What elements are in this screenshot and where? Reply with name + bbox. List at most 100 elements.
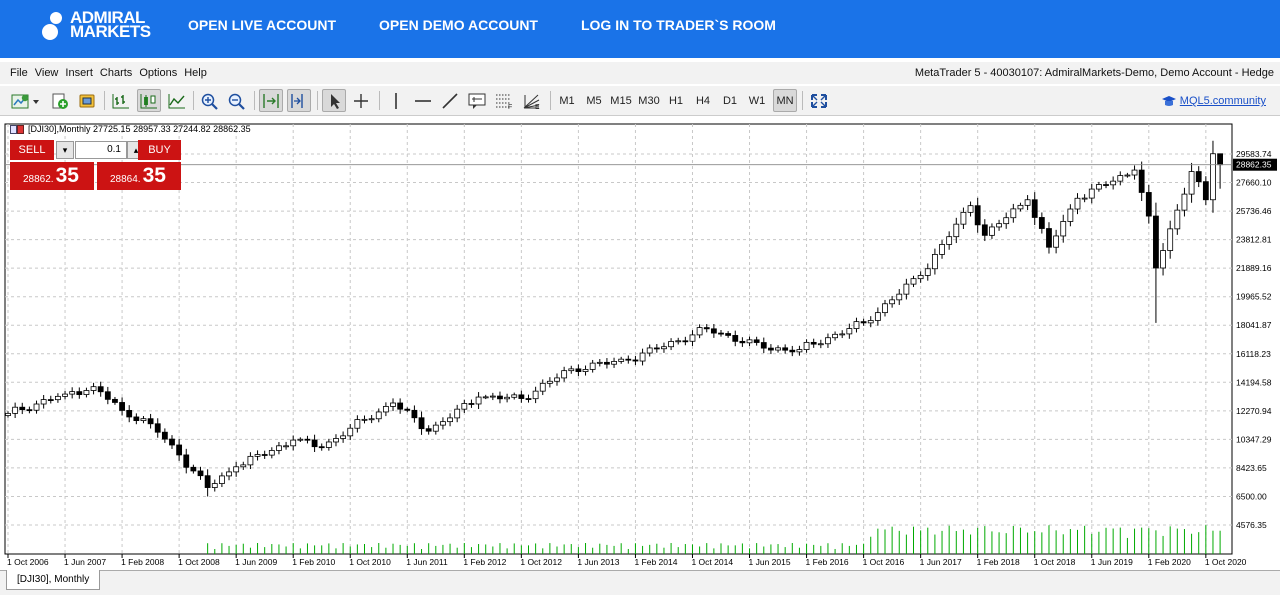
candle-down xyxy=(47,399,54,401)
market-button[interactable] xyxy=(76,89,98,112)
lot-size-input[interactable]: 0.1 xyxy=(75,141,127,159)
bar-chart-button[interactable] xyxy=(109,89,133,112)
candle-down xyxy=(732,335,739,342)
candle-down xyxy=(1217,153,1223,166)
x-tick-label: 1 Feb 2020 xyxy=(1148,557,1191,567)
candle-up xyxy=(1167,228,1174,251)
x-tick-label: 1 Jun 2007 xyxy=(64,557,106,567)
x-tick-label: 1 Oct 2012 xyxy=(520,557,562,567)
cursor-icon xyxy=(331,93,340,109)
candle-up xyxy=(1181,193,1188,211)
fibonacci-fan-icon: E xyxy=(523,94,540,110)
logo-line-2: MARKETS xyxy=(70,22,151,41)
candle-up xyxy=(12,406,19,414)
candle-up xyxy=(668,341,674,348)
tf-d1-button[interactable]: D1 xyxy=(719,89,741,112)
text-label-button[interactable] xyxy=(465,89,489,112)
add-chart-button[interactable] xyxy=(50,89,70,112)
candle-up xyxy=(932,254,938,270)
candle-down xyxy=(782,347,789,351)
fullscreen-button[interactable] xyxy=(807,89,831,112)
candlestick-button[interactable] xyxy=(137,89,161,112)
chart-window-icon xyxy=(10,124,24,134)
tf-m1-button[interactable]: M1 xyxy=(556,89,578,112)
menu-insert[interactable]: Insert xyxy=(65,67,93,79)
candle-up xyxy=(211,483,218,488)
candle-down xyxy=(1103,184,1109,186)
svg-text:F: F xyxy=(508,104,512,110)
candle-up xyxy=(297,438,304,441)
candle-up xyxy=(247,455,254,466)
x-tick-label: 1 Oct 2010 xyxy=(349,557,391,567)
menu-help[interactable]: Help xyxy=(184,67,207,79)
candle-down xyxy=(119,402,125,411)
chart-shift-icon xyxy=(291,93,303,108)
candle-up xyxy=(1131,169,1138,176)
chart-window[interactable]: 29583.74 27660.10 25736.46 23812.81 21889.16… xyxy=(0,120,1280,570)
y-tick-label: 29583.74 xyxy=(1236,149,1272,159)
candle-down xyxy=(768,347,774,351)
candle-up xyxy=(532,390,539,400)
fibonacci-fan-button[interactable]: E xyxy=(520,89,544,112)
sell-price[interactable]: 28862. 35 xyxy=(10,162,94,190)
vertical-line-icon xyxy=(395,92,397,109)
admiral-markets-logo[interactable]: ADMIRAL MARKETS xyxy=(42,9,151,41)
candle-down xyxy=(1138,169,1145,193)
metatrader-webpage: ADMIRAL MARKETS OPEN LIVE ACCOUNT OPEN D… xyxy=(0,0,1280,595)
crosshair-button[interactable] xyxy=(349,89,373,112)
buy-button[interactable]: BUY xyxy=(138,140,181,160)
candle-down xyxy=(1046,228,1052,248)
buy-price-main: 28864. xyxy=(110,174,141,185)
candle-up xyxy=(689,334,696,342)
tf-h1-button[interactable]: H1 xyxy=(665,89,687,112)
menu-file[interactable]: File xyxy=(10,67,28,79)
zoom-out-button[interactable] xyxy=(225,89,249,112)
candle-down xyxy=(190,466,197,472)
candle-up xyxy=(1124,174,1131,177)
trend-line-button[interactable] xyxy=(438,89,462,112)
new-chart-button[interactable] xyxy=(9,89,41,112)
candlestick-icon xyxy=(140,93,157,108)
vertical-line-button[interactable] xyxy=(384,89,408,112)
candle-up xyxy=(375,411,382,420)
sell-button[interactable]: SELL xyxy=(10,140,54,160)
menu-options[interactable]: Options xyxy=(139,67,177,79)
candle-up xyxy=(290,439,297,447)
chart-shift-button[interactable] xyxy=(287,89,311,112)
lot-decrease-button[interactable]: ▾ xyxy=(56,141,74,159)
zoom-in-button[interactable] xyxy=(198,89,222,112)
tf-m5-button[interactable]: M5 xyxy=(583,89,605,112)
candle-up xyxy=(140,418,147,422)
chart-tab-dji30-monthly[interactable]: [DJI30], Monthly xyxy=(6,570,101,590)
candlestick-chart[interactable]: 29583.74 27660.10 25736.46 23812.81 21889.16… xyxy=(0,120,1280,570)
x-tick-label: 1 Oct 2016 xyxy=(863,557,905,567)
candle-down xyxy=(789,349,796,353)
cursor-button[interactable] xyxy=(322,89,346,112)
horizontal-line-button[interactable] xyxy=(411,89,435,112)
tf-w1-button[interactable]: W1 xyxy=(746,89,768,112)
candle-up xyxy=(611,361,617,365)
candle-up xyxy=(796,349,803,353)
tf-m15-button[interactable]: M15 xyxy=(609,89,633,112)
candle-down xyxy=(974,205,981,226)
y-tick-label: 6500.00 xyxy=(1236,491,1267,501)
mql5-community-link[interactable]: MQL5.community xyxy=(1161,94,1266,108)
fibonacci-button[interactable]: F xyxy=(492,89,516,112)
open-demo-account-link[interactable]: OPEN DEMO ACCOUNT xyxy=(379,17,538,33)
candle-down xyxy=(176,444,183,456)
autoscroll-button[interactable] xyxy=(259,89,283,112)
candle-down xyxy=(197,470,204,477)
login-traders-room-link[interactable]: LOG IN TO TRADER`S ROOM xyxy=(581,17,776,33)
tf-h4-button[interactable]: H4 xyxy=(692,89,714,112)
open-live-account-link[interactable]: OPEN LIVE ACCOUNT xyxy=(188,17,336,33)
menu-charts[interactable]: Charts xyxy=(100,67,132,79)
candle-up xyxy=(803,341,810,350)
tf-mn-button[interactable]: MN xyxy=(773,89,797,112)
candle-up xyxy=(1117,175,1124,182)
line-chart-button[interactable] xyxy=(165,89,189,112)
fullscreen-icon xyxy=(811,93,827,108)
buy-price[interactable]: 28864. 35 xyxy=(97,162,181,190)
menu-view[interactable]: View xyxy=(35,67,59,79)
tf-m30-button[interactable]: M30 xyxy=(637,89,661,112)
svg-text:E: E xyxy=(535,104,540,110)
